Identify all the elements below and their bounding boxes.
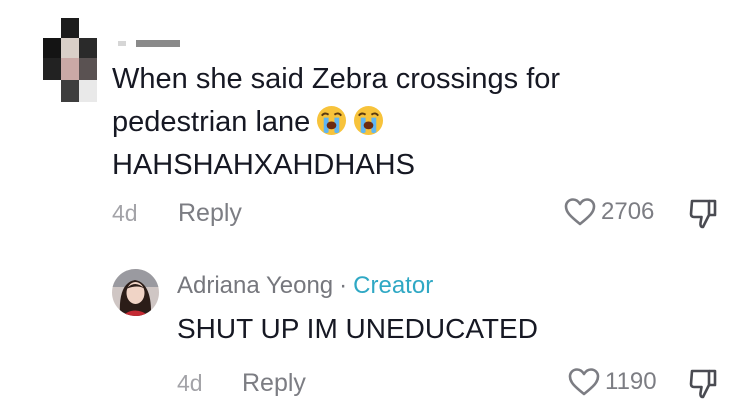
reply-dislike-icon[interactable] [688, 368, 718, 400]
reply-reply-button[interactable]: Reply [242, 369, 306, 398]
heart-outline-icon [564, 198, 596, 226]
comment-line-2: pedestrian lane [112, 101, 672, 144]
reply-like-button[interactable]: 1190 [568, 367, 657, 397]
comment-like-button[interactable]: 2706 [564, 197, 654, 227]
comment-date: 4d [112, 200, 138, 226]
reply-separator: · [339, 272, 348, 299]
commenter-username-redacted[interactable] [118, 38, 180, 48]
loudly-crying-face-icon [317, 105, 347, 136]
creator-photo [112, 269, 159, 316]
reply-author-name[interactable]: Adriana Yeong [177, 272, 333, 299]
commenter-avatar[interactable] [35, 18, 101, 102]
loudly-crying-face-icon [354, 105, 384, 136]
reply-header: Adriana Yeong · Creator [177, 272, 433, 300]
comment-like-count: 2706 [601, 198, 655, 225]
reply-date: 4d [177, 370, 203, 396]
comment-body: When she said Zebra crossings for pedest… [112, 58, 672, 187]
creator-avatar[interactable] [112, 269, 159, 316]
comment-line-3: HAHSHAHXAHDHAHS [112, 149, 415, 181]
comment-line-2-text: pedestrian lane [112, 106, 311, 138]
reply-body: SHUT UP IM UNEDUCATED [177, 313, 538, 344]
creator-badge: Creator [353, 272, 434, 299]
comment-line-1: When she said Zebra crossings for [112, 63, 561, 95]
heart-outline-icon [568, 368, 600, 396]
comment-dislike-icon[interactable] [688, 198, 718, 230]
comment-reply-button[interactable]: Reply [178, 199, 242, 228]
reply-like-count: 1190 [605, 368, 657, 395]
